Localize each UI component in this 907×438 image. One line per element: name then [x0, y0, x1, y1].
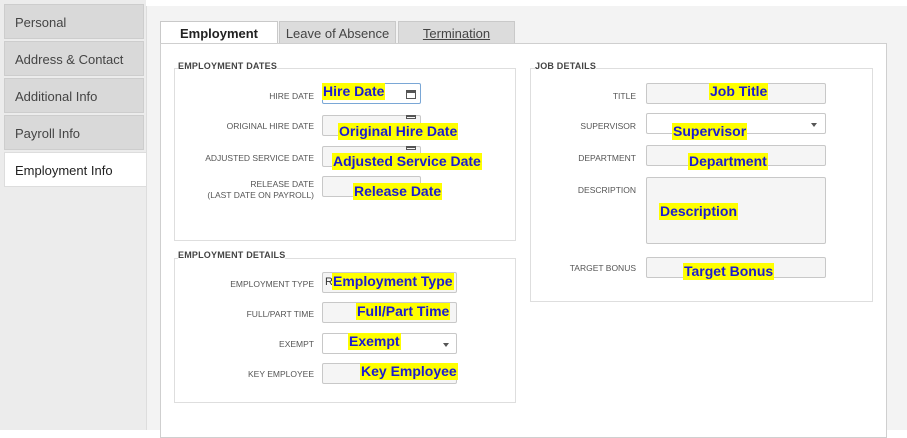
description-value: Description	[659, 203, 739, 220]
sidebar-item-label: Employment Info	[15, 163, 113, 178]
employment-type-value: Employment Type	[332, 273, 454, 290]
calendar-icon[interactable]	[406, 146, 416, 150]
chevron-down-icon[interactable]	[811, 123, 817, 127]
sidebar-item-additional-info[interactable]: Additional Info	[4, 78, 144, 113]
sidebar-item-address-contact[interactable]: Address & Contact	[4, 41, 144, 76]
employment-panel: EMPLOYMENT DATES HIRE DATE Hire Date ORI…	[160, 43, 887, 438]
hire-date-value: Hire Date	[322, 83, 386, 100]
chevron-down-icon[interactable]	[443, 343, 449, 347]
tab-label: Leave of Absence	[285, 26, 390, 41]
supervisor-label: SUPERVISOR	[580, 121, 636, 131]
department-label: DEPARTMENT	[578, 153, 636, 163]
employment-type-label: EMPLOYMENT TYPE	[230, 279, 314, 289]
adjusted-service-date-value: Adjusted Service Date	[332, 153, 482, 170]
main-area: Employment Leave of Absence Termination …	[146, 6, 907, 438]
group-title: EMPLOYMENT DATES	[178, 61, 278, 71]
supervisor-value: Supervisor	[672, 123, 748, 140]
sidebar: Personal Address & Contact Additional In…	[0, 0, 146, 430]
key-employee-label: KEY EMPLOYEE	[248, 369, 314, 379]
exempt-value: Exempt	[348, 333, 401, 350]
sidebar-item-label: Payroll Info	[15, 126, 81, 141]
release-date-label-line2: (LAST DATE ON PAYROLL)	[207, 190, 314, 200]
release-date-value: Release Date	[353, 183, 443, 200]
key-employee-value: Key Employee	[360, 363, 458, 380]
group-title: EMPLOYMENT DETAILS	[178, 250, 286, 260]
sidebar-item-employment-info[interactable]: Employment Info	[4, 152, 146, 187]
job-title-value: Job Title	[709, 83, 769, 100]
target-bonus-value: Target Bonus	[683, 263, 775, 280]
sidebar-item-payroll-info[interactable]: Payroll Info	[4, 115, 144, 150]
original-hire-date-label: ORIGINAL HIRE DATE	[226, 121, 314, 131]
sidebar-item-personal[interactable]: Personal	[4, 4, 144, 39]
hire-date-label: HIRE DATE	[269, 91, 314, 101]
sidebar-item-label: Address & Contact	[15, 52, 124, 67]
job-title-label: TITLE	[612, 91, 636, 101]
calendar-icon[interactable]	[406, 115, 416, 119]
original-hire-date-value: Original Hire Date	[338, 123, 459, 140]
tab-termination[interactable]: Termination	[398, 21, 515, 45]
release-date-label: RELEASE DATE (LAST DATE ON PAYROLL)	[181, 179, 314, 201]
sidebar-item-label: Additional Info	[15, 89, 98, 104]
target-bonus-label: TARGET BONUS	[569, 263, 636, 273]
calendar-icon[interactable]	[406, 90, 416, 99]
tab-label: Employment	[179, 26, 258, 41]
group-title: JOB DETAILS	[535, 61, 597, 71]
full-part-time-value: Full/Part Time	[356, 303, 451, 320]
release-date-label-line1: RELEASE DATE	[250, 179, 314, 189]
full-part-time-label: FULL/PART TIME	[246, 309, 314, 319]
adjusted-service-date-label: ADJUSTED SERVICE DATE	[205, 153, 314, 163]
description-label: DESCRIPTION	[577, 185, 636, 195]
tab-label: Termination	[422, 26, 491, 41]
exempt-label: EXEMPT	[279, 339, 314, 349]
tab-leave-of-absence[interactable]: Leave of Absence	[279, 21, 396, 45]
sidebar-item-label: Personal	[15, 15, 67, 30]
department-value: Department	[688, 153, 768, 170]
